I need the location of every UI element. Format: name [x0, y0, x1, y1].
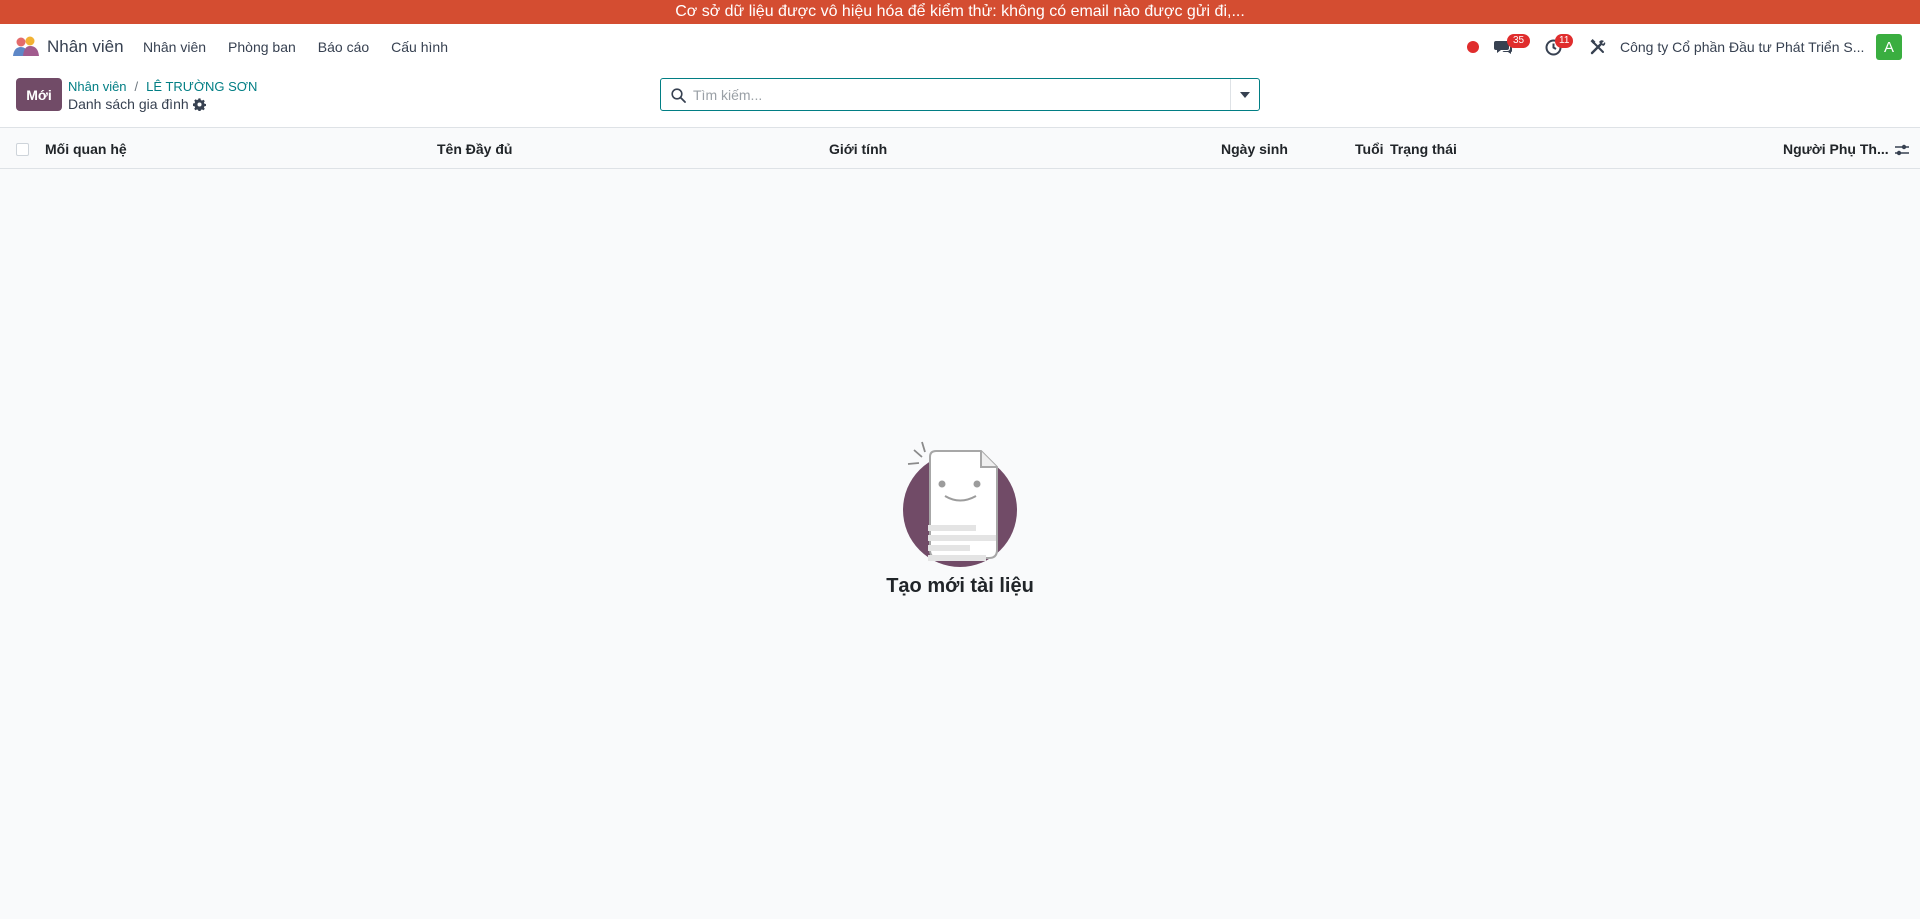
select-all-checkbox[interactable]	[16, 143, 29, 156]
breadcrumb-employee-name[interactable]: LÊ TRƯỜNG SƠN	[146, 79, 257, 94]
gear-icon[interactable]	[192, 97, 206, 111]
menu-item-departments[interactable]: Phòng ban	[228, 39, 296, 55]
column-header-age[interactable]: Tuổi	[1355, 141, 1384, 157]
banner-text: Cơ sở dữ liệu được vô hiệu hóa để kiểm t…	[675, 3, 1245, 20]
main-menu: Nhân viên Phòng ban Báo cáo Cấu hình	[143, 39, 470, 55]
app-name[interactable]: Nhân viên	[47, 37, 124, 57]
company-switcher[interactable]: Công ty Cổ phần Đầu tư Phát Triển S...	[1620, 39, 1864, 55]
avatar-letter: A	[1883, 38, 1894, 56]
column-settings-icon[interactable]	[1894, 142, 1910, 158]
column-header-gender[interactable]: Giới tính	[829, 141, 887, 157]
messages-count-badge: 35	[1507, 34, 1530, 48]
breadcrumb-employees[interactable]: Nhân viên	[68, 79, 127, 94]
new-button[interactable]: Mới	[16, 78, 62, 111]
search-options-toggle[interactable]	[1230, 79, 1259, 110]
menu-item-reports[interactable]: Báo cáo	[318, 39, 369, 55]
column-header-dependent[interactable]: Người Phụ Th...	[1783, 141, 1889, 157]
control-panel: Mới Nhân viên / LÊ TRƯỜNG SƠN Danh sách …	[0, 70, 1920, 128]
record-dot-icon[interactable]	[1467, 41, 1479, 53]
column-header-relationship[interactable]: Mối quan hệ	[45, 141, 127, 157]
app-logo-icon[interactable]	[12, 36, 40, 58]
page-title: Danh sách gia đình	[68, 96, 206, 112]
tools-icon[interactable]	[1590, 39, 1606, 55]
column-header-birth-date[interactable]: Ngày sinh	[1221, 141, 1288, 157]
breadcrumb: Nhân viên / LÊ TRƯỜNG SƠN	[68, 79, 257, 94]
list-header: Mối quan hệ Tên Đầy đủ Giới tính Ngày si…	[0, 129, 1920, 169]
menu-item-employees[interactable]: Nhân viên	[143, 39, 206, 55]
test-database-banner: Cơ sở dữ liệu được vô hiệu hóa để kiểm t…	[0, 0, 1920, 24]
column-header-full-name[interactable]: Tên Đầy đủ	[437, 141, 512, 157]
breadcrumb-separator: /	[134, 79, 139, 94]
top-navbar: Nhân viên Nhân viên Phòng ban Báo cáo Cấ…	[0, 24, 1920, 70]
user-avatar[interactable]: A	[1876, 34, 1902, 60]
menu-item-configuration[interactable]: Cấu hình	[391, 39, 448, 55]
empty-state-title: Tạo mới tài liệu	[886, 575, 1034, 597]
search-bar	[660, 78, 1260, 111]
page-title-text: Danh sách gia đình	[68, 96, 189, 112]
column-header-status[interactable]: Trạng thái	[1390, 141, 1457, 157]
caret-down-icon	[1240, 91, 1250, 98]
search-icon	[671, 88, 686, 103]
activities-count-badge: 11	[1555, 34, 1574, 48]
empty-document-icon	[903, 441, 1017, 567]
search-input[interactable]	[693, 84, 1213, 106]
